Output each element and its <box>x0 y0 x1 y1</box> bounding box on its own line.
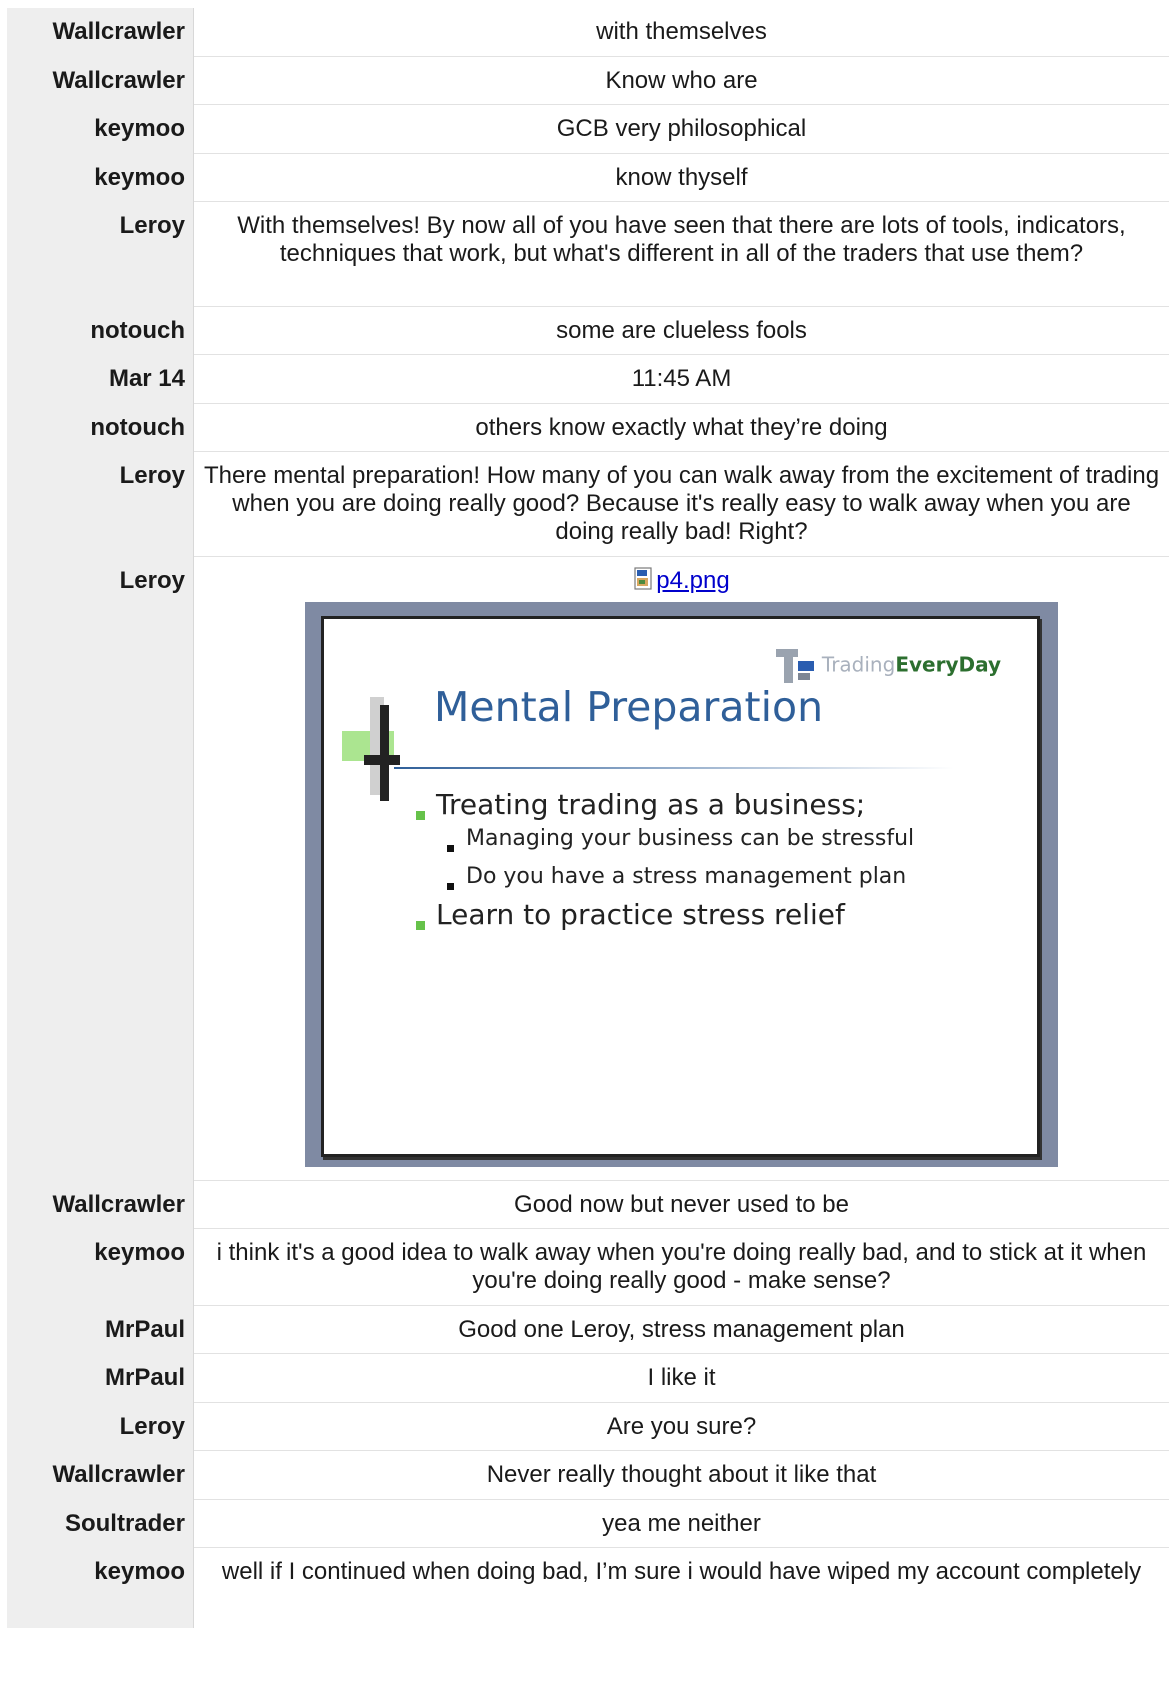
chat-row: notouch others know exactly what they’re… <box>7 404 1169 452</box>
slide-subbullet: Do you have a stress management plan <box>466 864 907 889</box>
message-text: Never really thought about it like that <box>194 1451 1169 1500</box>
time-label: 11:45 AM <box>194 355 1169 404</box>
username: Leroy <box>7 202 194 307</box>
username: notouch <box>7 404 194 452</box>
chat-row: Wallcrawler with themselves <box>7 8 1169 57</box>
message-text: know thyself <box>194 154 1169 202</box>
message-text: I like it <box>194 1354 1169 1403</box>
chat-row: keymoo GCB very philosophical <box>7 105 1169 154</box>
username: keymoo <box>7 105 194 154</box>
chat-row: Wallcrawler Know who are <box>7 57 1169 105</box>
username: notouch <box>7 307 194 355</box>
chat-row: Leroy With themselves! By now all of you… <box>7 202 1169 307</box>
chat-log: Wallcrawler with themselves Wallcrawler … <box>7 8 1169 1628</box>
chat-row: Leroy Are you sure? <box>7 1403 1169 1451</box>
username: Leroy <box>7 452 194 557</box>
attachment-link[interactable]: p4.png <box>656 567 729 594</box>
username: keymoo <box>7 1229 194 1306</box>
slide-subbullet: Managing your business can be stressful <box>466 826 915 851</box>
message-text: i think it's a good idea to walk away wh… <box>194 1229 1169 1306</box>
username: Leroy <box>7 557 194 1181</box>
trading-everyday-logo-icon <box>775 649 814 683</box>
chat-row: keymoo well if I continued when doing ba… <box>7 1548 1169 1628</box>
message-text: Know who are <box>194 57 1169 105</box>
username: MrPaul <box>7 1354 194 1403</box>
chat-row: Wallcrawler Good now but never used to b… <box>7 1181 1169 1229</box>
slide-logo: TradingEveryDay <box>775 647 1001 685</box>
chat-row: MrPaul Good one Leroy, stress management… <box>7 1306 1169 1354</box>
slide-bullet-icon <box>416 921 425 930</box>
message-text: well if I continued when doing bad, I’m … <box>221 1558 1142 1585</box>
chat-row: Leroy There mental preparation! How many… <box>7 452 1169 557</box>
chat-row: keymoo know thyself <box>7 154 1169 202</box>
slide-canvas: TradingEveryDay Mental Preparation Treat… <box>321 616 1040 1157</box>
slide-subbullet-icon <box>447 883 454 890</box>
chat-row: MrPaul I like it <box>7 1354 1169 1403</box>
slide-subbullet-icon <box>447 845 454 852</box>
message-text: yea me neither <box>194 1500 1169 1548</box>
username: Wallcrawler <box>7 8 194 57</box>
slide-bullet-icon <box>416 811 425 820</box>
username: Leroy <box>7 1403 194 1451</box>
message-attachment: p4.png TradingEveryDay Mental Preparatio… <box>194 557 1169 1181</box>
chat-row: Soultrader yea me neither <box>7 1500 1169 1548</box>
username: Wallcrawler <box>7 57 194 105</box>
slide-title-underline <box>394 767 954 769</box>
date-label: Mar 14 <box>7 355 194 404</box>
chat-row: Wallcrawler Never really thought about i… <box>7 1451 1169 1500</box>
slide-bullet: Treating trading as a business; <box>436 788 866 821</box>
message-text: with themselves <box>194 8 1169 57</box>
username: keymoo <box>7 1548 194 1628</box>
message-text: GCB very philosophical <box>194 105 1169 154</box>
slide-title-decoration-icon <box>342 697 400 801</box>
slide-title: Mental Preparation <box>434 683 824 731</box>
attachment-row: Leroy p4.png TradingEveryDay Mental Prep… <box>7 557 1169 1181</box>
message-text: others know exactly what they’re doing <box>194 404 1169 452</box>
logo-text-light: Trading <box>821 652 896 677</box>
slide-bullet: Learn to practice stress relief <box>436 898 845 931</box>
chat-row: keymoo i think it's a good idea to walk … <box>7 1229 1169 1306</box>
username: Wallcrawler <box>7 1181 194 1229</box>
username: Wallcrawler <box>7 1451 194 1500</box>
chat-row: notouch some are clueless fools <box>7 307 1169 355</box>
username: MrPaul <box>7 1306 194 1354</box>
image-file-icon[interactable] <box>633 567 655 591</box>
username: keymoo <box>7 154 194 202</box>
message-text: some are clueless fools <box>194 307 1169 355</box>
timestamp-row: Mar 14 11:45 AM <box>7 355 1169 404</box>
message-text: Good one Leroy, stress management plan <box>194 1306 1169 1354</box>
message-text: With themselves! By now all of you have … <box>194 202 1169 307</box>
logo-text-bold: EveryDay <box>895 652 1001 677</box>
message-text: There mental preparation! How many of yo… <box>194 452 1169 557</box>
username: Soultrader <box>7 1500 194 1548</box>
message-text: Good now but never used to be <box>194 1181 1169 1229</box>
message-text: Are you sure? <box>194 1403 1169 1451</box>
slide-image[interactable]: TradingEveryDay Mental Preparation Treat… <box>305 602 1058 1167</box>
